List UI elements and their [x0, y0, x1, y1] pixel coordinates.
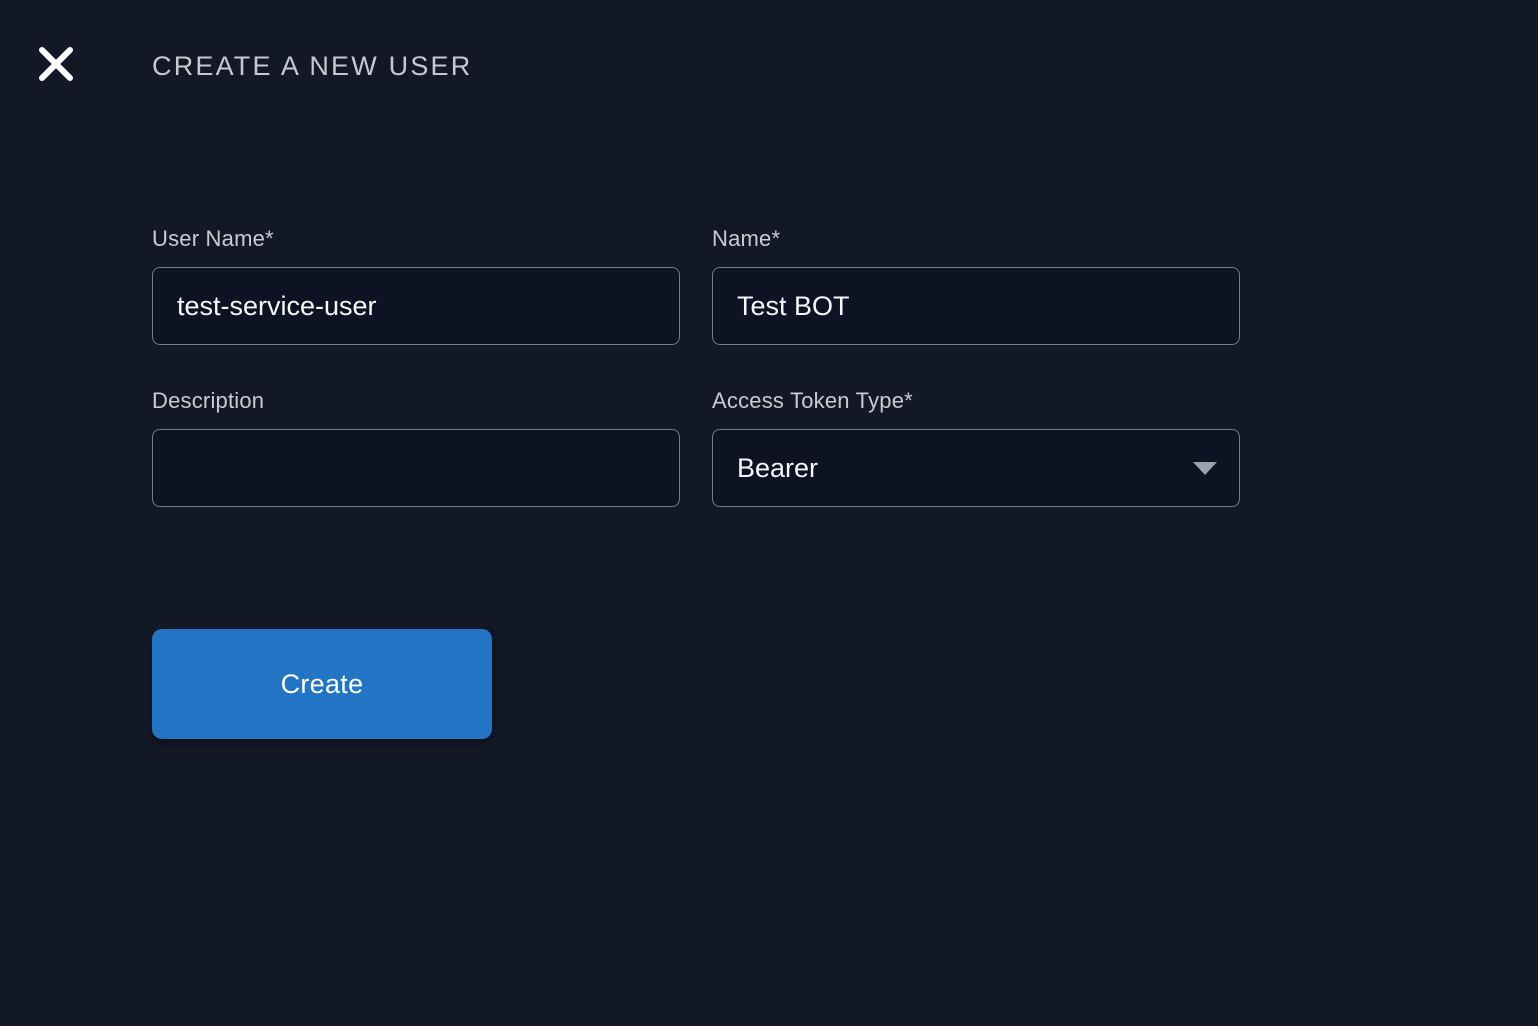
close-button[interactable] — [30, 38, 82, 90]
access-token-type-label-text: Access Token Type — [712, 388, 905, 413]
access-token-type-value: Bearer — [737, 452, 819, 483]
user-name-label: User Name* — [152, 222, 680, 256]
description-input[interactable] — [152, 429, 680, 507]
user-name-field: User Name* — [152, 222, 680, 345]
user-name-input[interactable] — [152, 267, 680, 345]
name-field: Name* — [712, 222, 1240, 345]
page-title: CREATE A NEW USER — [152, 51, 473, 81]
name-label-text: Name — [712, 226, 772, 251]
user-name-required-marker: * — [265, 226, 274, 251]
name-input[interactable] — [712, 267, 1240, 345]
chevron-down-icon — [1193, 462, 1217, 475]
description-field: Description — [152, 384, 680, 507]
description-label: Description — [152, 384, 680, 418]
close-icon — [39, 47, 73, 81]
access-token-type-label: Access Token Type* — [712, 384, 1240, 418]
access-token-type-field: Access Token Type* Bearer — [712, 384, 1240, 507]
description-label-text: Description — [152, 388, 265, 413]
access-token-type-required-marker: * — [904, 388, 913, 413]
create-user-screen: CREATE A NEW USER User Name* Name* Descr… — [0, 0, 1538, 1026]
create-button[interactable]: Create — [152, 629, 492, 739]
name-label: Name* — [712, 222, 1240, 256]
user-name-label-text: User Name — [152, 226, 266, 251]
access-token-type-select[interactable]: Bearer — [712, 429, 1240, 507]
name-required-marker: * — [771, 226, 781, 251]
